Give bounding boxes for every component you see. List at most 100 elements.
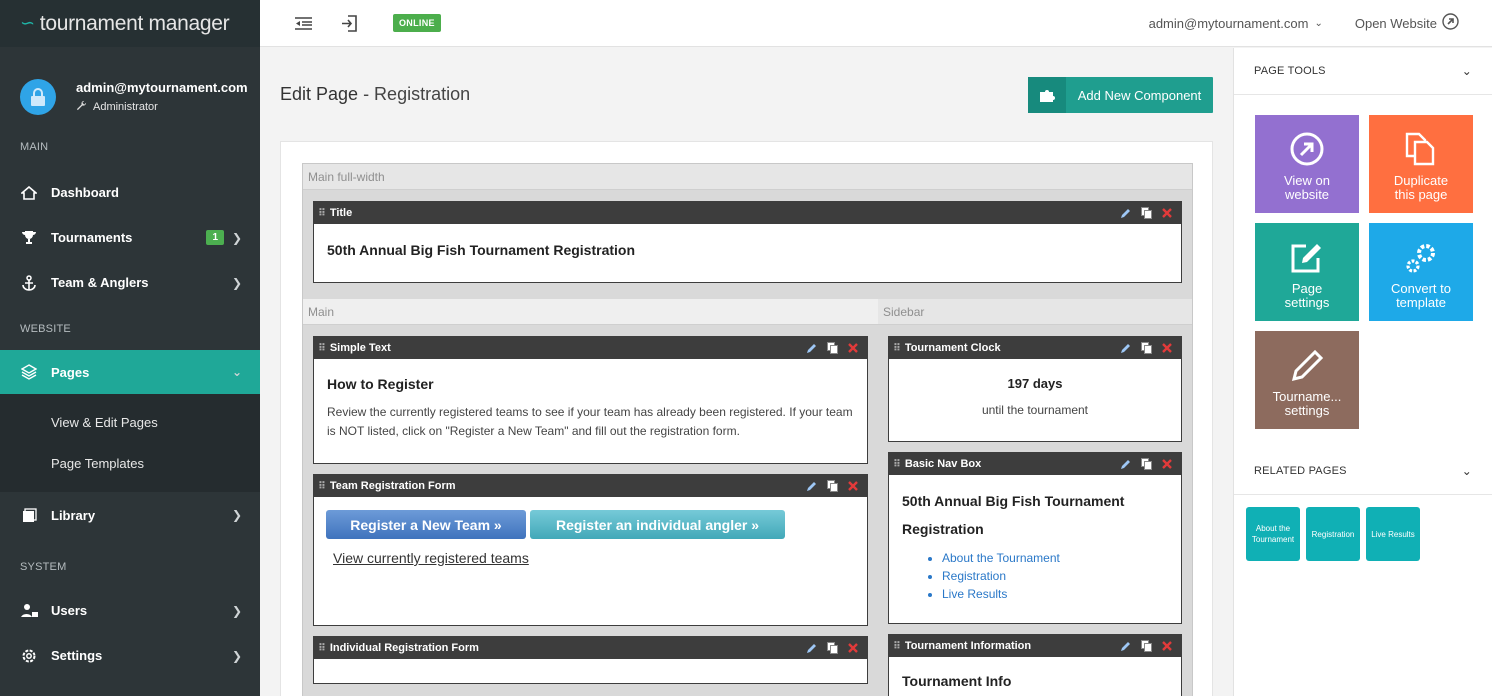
- chevron-down-icon[interactable]: ⌄: [1314, 18, 1322, 29]
- register-individual-angler-button[interactable]: Register an individual angler »: [530, 510, 785, 539]
- open-website-link[interactable]: Open Website: [1355, 16, 1437, 31]
- drag-handle-icon[interactable]: ⠿: [893, 641, 901, 652]
- sidebar-item-tournaments[interactable]: Tournaments 1 ❯: [0, 215, 260, 260]
- copy-icon[interactable]: [826, 480, 838, 492]
- delete-icon[interactable]: [1161, 458, 1173, 470]
- outdent-menu-icon[interactable]: [293, 13, 313, 33]
- tournament-settings-tile[interactable]: Tourname... settings: [1255, 331, 1359, 429]
- sidebar-item-label: Pages: [51, 364, 90, 380]
- add-new-component-button[interactable]: Add New Component: [1028, 77, 1213, 113]
- duplicate-page-tile[interactable]: Duplicate this page: [1369, 115, 1473, 213]
- component-title[interactable]: ⠿ Title 50th Annual Big Fish Tournament …: [313, 201, 1182, 283]
- pencil-icon: [1291, 349, 1323, 382]
- component-tournament-information[interactable]: ⠿ Tournament Information Tournament Info: [888, 634, 1182, 696]
- sidebar-item-teams[interactable]: Team & Anglers ❯: [0, 260, 260, 305]
- sign-in-icon[interactable]: [339, 13, 359, 33]
- related-page-tile[interactable]: Registration: [1306, 507, 1360, 561]
- drag-handle-icon[interactable]: ⠿: [893, 343, 901, 354]
- delete-icon[interactable]: [1161, 640, 1173, 652]
- lock-avatar-icon: [20, 79, 56, 115]
- component-header: Basic Nav Box: [904, 458, 982, 470]
- copy-icon[interactable]: [826, 342, 838, 354]
- simple-text-heading: How to Register: [327, 376, 434, 392]
- page-tools-title: PAGE TOOLS: [1254, 65, 1326, 77]
- sidebar-item-users[interactable]: Users ❯: [0, 588, 260, 633]
- copy-icon[interactable]: [1140, 640, 1152, 652]
- sidebar-item-dashboard[interactable]: Dashboard: [0, 170, 260, 215]
- pages-subnav: View & Edit Pages Page Templates: [0, 394, 260, 492]
- component-basic-nav-box[interactable]: ⠿ Basic Nav Box 50th Annual Big Fish Tou…: [888, 452, 1182, 624]
- view-registered-teams-link[interactable]: View currently registered teams: [333, 550, 529, 566]
- edit-square-icon: [1291, 244, 1321, 273]
- drag-handle-icon[interactable]: ⠿: [318, 343, 326, 354]
- component-header: Simple Text: [329, 342, 391, 354]
- sidebar-item-settings[interactable]: Settings ❯: [0, 633, 260, 678]
- external-link-icon[interactable]: [1442, 13, 1459, 33]
- edit-pencil-icon[interactable]: [805, 342, 817, 354]
- copy-icon[interactable]: [826, 642, 838, 654]
- drag-handle-icon[interactable]: ⠿: [318, 643, 326, 654]
- tile-label: Duplicate this page: [1393, 173, 1449, 202]
- edit-pencil-icon[interactable]: [1119, 342, 1131, 354]
- delete-icon[interactable]: [847, 342, 859, 354]
- delete-icon[interactable]: [1161, 207, 1173, 219]
- layout-editor: Main full-width ⠿ Title 50th Annual Big …: [302, 163, 1193, 696]
- brand-name: tournament manager: [39, 11, 230, 35]
- chevron-down-icon[interactable]: ⌄: [1462, 64, 1472, 78]
- sidebar-item-library[interactable]: Library ❯: [0, 492, 260, 538]
- related-page-tile[interactable]: Live Results: [1366, 507, 1420, 561]
- subnav-view-edit-pages[interactable]: View & Edit Pages: [0, 402, 260, 443]
- related-pages-header[interactable]: RELATED PAGES ⌄: [1234, 448, 1492, 495]
- page-settings-tile[interactable]: Page settings: [1255, 223, 1359, 321]
- page-layout-canvas: Main full-width ⠿ Title 50th Annual Big …: [280, 141, 1213, 696]
- edit-pencil-icon[interactable]: [1119, 640, 1131, 652]
- user-email: admin@mytournament.com: [76, 80, 248, 95]
- related-page-tile[interactable]: About the Tournament: [1246, 507, 1300, 561]
- view-on-website-tile[interactable]: View on website: [1255, 115, 1359, 213]
- brand[interactable]: ∽ tournament manager: [0, 0, 260, 47]
- chevron-right-icon: ❯: [231, 648, 242, 663]
- chevron-down-icon[interactable]: ⌄: [1462, 464, 1472, 478]
- component-tournament-clock[interactable]: ⠿ Tournament Clock 197 days until the to…: [888, 336, 1182, 442]
- edit-pencil-icon[interactable]: [805, 642, 817, 654]
- zone-main-full-width: Main full-width: [303, 164, 1192, 190]
- drag-handle-icon[interactable]: ⠿: [318, 208, 326, 219]
- component-simple-text[interactable]: ⠿ Simple Text How to Register Review the…: [313, 336, 868, 464]
- delete-icon[interactable]: [1161, 342, 1173, 354]
- books-icon: [20, 506, 38, 524]
- drag-handle-icon[interactable]: ⠿: [318, 481, 326, 492]
- sidebar-item-label: Library: [51, 507, 96, 523]
- layers-icon: [20, 363, 38, 381]
- component-team-registration-form[interactable]: ⠿ Team Registration Form Register a New …: [313, 474, 868, 626]
- register-new-team-button[interactable]: Register a New Team »: [326, 510, 526, 539]
- sidebar-item-pages[interactable]: Pages ⌄: [0, 350, 260, 394]
- component-individual-registration-form[interactable]: ⠿ Individual Registration Form: [313, 636, 868, 684]
- page-title: Edit Page - Registration: [280, 84, 470, 105]
- copy-icon[interactable]: [1140, 207, 1152, 219]
- page-tools-header[interactable]: PAGE TOOLS ⌄: [1234, 48, 1492, 95]
- delete-icon[interactable]: [847, 480, 859, 492]
- delete-icon[interactable]: [847, 642, 859, 654]
- nav-box-link[interactable]: Registration: [942, 567, 1168, 585]
- nav-box-link[interactable]: Live Results: [942, 585, 1168, 603]
- gears-icon: [1406, 244, 1435, 273]
- home-icon: [20, 184, 38, 202]
- copy-icon[interactable]: [1140, 342, 1152, 354]
- main-content: Edit Page - Registration Add New Compone…: [260, 48, 1233, 696]
- nav-box-title: 50th Annual Big Fish Tournament Registra…: [902, 493, 1125, 537]
- drag-handle-icon[interactable]: ⠿: [893, 459, 901, 470]
- section-main: MAIN: [20, 141, 49, 153]
- nav-box-link[interactable]: About the Tournament: [942, 549, 1168, 567]
- edit-pencil-icon[interactable]: [1119, 458, 1131, 470]
- account-menu[interactable]: admin@mytournament.com: [1149, 16, 1309, 31]
- convert-to-template-tile[interactable]: Convert to template: [1369, 223, 1473, 321]
- subnav-page-templates[interactable]: Page Templates: [0, 443, 260, 484]
- edit-pencil-icon[interactable]: [1119, 207, 1131, 219]
- copy-icon[interactable]: [1140, 458, 1152, 470]
- edit-pencil-icon[interactable]: [805, 480, 817, 492]
- puzzle-icon: [1028, 77, 1066, 113]
- chevron-right-icon: ❯: [231, 275, 242, 290]
- tile-label: Convert to template: [1391, 281, 1451, 310]
- info-heading: Tournament Info: [902, 673, 1012, 689]
- tile-label: View on website: [1283, 173, 1330, 202]
